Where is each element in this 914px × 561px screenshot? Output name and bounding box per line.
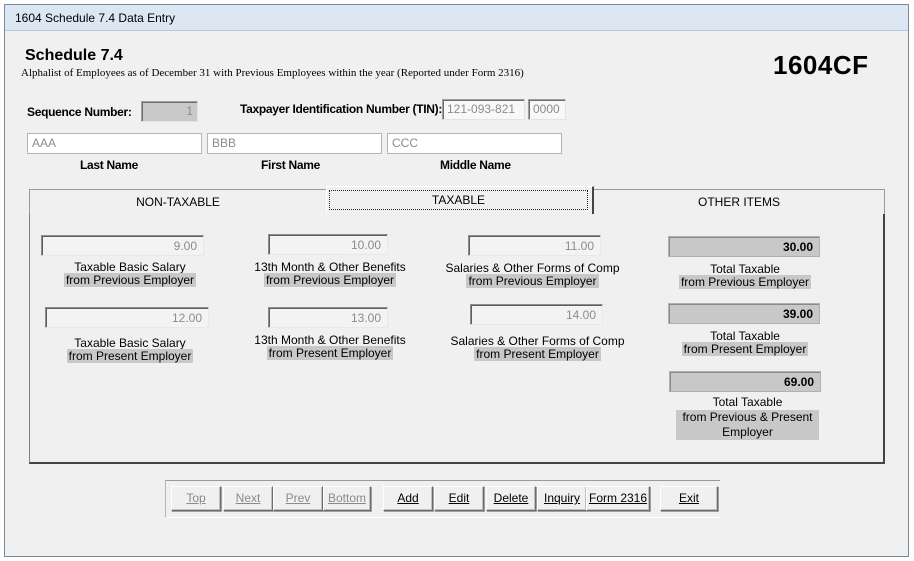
tab-taxable[interactable]: TAXABLE <box>326 186 594 214</box>
inquiry-button[interactable]: Inquiry <box>537 486 587 511</box>
prev-button[interactable]: Prev <box>273 486 323 511</box>
prev-total-field[interactable]: 30.00 <box>668 236 820 257</box>
form-2316-button-label: Form 2316 <box>588 491 648 505</box>
tin-field[interactable]: 121-093-821 <box>442 99 525 120</box>
inquiry-button-label: Inquiry <box>543 491 581 505</box>
grand-total-field[interactable]: 69.00 <box>669 371 821 392</box>
add-button-label: Add <box>397 491 419 505</box>
caption-line: from Present Employer <box>681 342 809 356</box>
tin-label: Taxpayer Identification Number (TIN): <box>240 102 443 116</box>
pres-13th-month-caption: 13th Month & Other Benefits from Present… <box>245 334 415 360</box>
pres-basic-salary-caption: Taxable Basic Salary from Present Employ… <box>45 337 215 363</box>
bottom-button-label: Bottom <box>327 491 366 505</box>
prev-salaries-other-field[interactable]: 11.00 <box>468 235 601 256</box>
title-bar: 1604 Schedule 7.4 Data Entry <box>5 5 908 31</box>
sequence-number-label: Sequence Number: <box>27 105 132 119</box>
sequence-number-field[interactable]: 1 <box>141 101 198 122</box>
caption-line: from Present Employer <box>66 349 194 363</box>
schedule-subtitle: Alphalist of Employees as of December 31… <box>21 67 524 79</box>
tab-taxable-focus: TAXABLE <box>329 190 588 210</box>
edit-button-label: Edit <box>448 491 470 505</box>
pres-13th-month-field[interactable]: 13.00 <box>268 307 388 328</box>
last-name-field[interactable]: AAA <box>27 133 202 154</box>
form-2316-button[interactable]: Form 2316 <box>586 486 650 511</box>
pres-total-field[interactable]: 39.00 <box>668 303 820 324</box>
last-name-label: Last Name <box>80 158 138 172</box>
caption-line: from Previous Employer <box>263 273 397 287</box>
grand-total-caption: Total Taxable from Previous & Present Em… <box>665 395 830 440</box>
next-button-label: Next <box>235 491 261 505</box>
app-window: 1604 Schedule 7.4 Data Entry Schedule 7.… <box>4 4 909 557</box>
caption-line: Employer <box>722 425 773 439</box>
pres-salaries-other-caption: Salaries & Other Forms of Comp from Pres… <box>445 335 630 361</box>
caption-line: from Previous Employer <box>63 273 197 287</box>
first-name-label: First Name <box>261 158 321 172</box>
exit-button[interactable]: Exit <box>660 486 718 511</box>
add-button[interactable]: Add <box>383 486 433 511</box>
exit-button-label: Exit <box>678 491 699 505</box>
caption-line: from Previous Employer <box>678 275 812 289</box>
pres-salaries-other-field[interactable]: 14.00 <box>470 304 603 325</box>
caption-line: from Present Employer <box>474 347 601 361</box>
tab-other-items-label: OTHER ITEMS <box>697 195 780 209</box>
prev-13th-month-caption: 13th Month & Other Benefits from Previou… <box>245 261 415 287</box>
tab-non-taxable[interactable]: NON-TAXABLE <box>29 189 326 214</box>
tab-taxable-label: TAXABLE <box>431 193 486 207</box>
edit-button[interactable]: Edit <box>434 486 484 511</box>
schedule-title: Schedule 7.4 <box>25 47 123 64</box>
next-button[interactable]: Next <box>223 486 273 511</box>
tin-branch-field[interactable]: 0000 <box>528 99 566 120</box>
caption-line: from Previous & Present <box>682 410 813 424</box>
caption-line: from Previous Employer <box>466 274 599 288</box>
button-bar: Top Next Prev Bottom Add Edit Delete Inq… <box>165 480 720 518</box>
prev-basic-salary-field[interactable]: 9.00 <box>41 235 204 256</box>
prev-salaries-other-caption: Salaries & Other Forms of Comp from Prev… <box>440 262 625 288</box>
middle-name-field[interactable]: CCC <box>387 133 562 154</box>
prev-basic-salary-caption: Taxable Basic Salary from Previous Emplo… <box>45 261 215 287</box>
caption-line: Total Taxable <box>712 395 783 409</box>
tab-other-items[interactable]: OTHER ITEMS <box>594 189 885 214</box>
prev-13th-month-field[interactable]: 10.00 <box>268 234 388 255</box>
delete-button-label: Delete <box>493 491 529 505</box>
prev-total-caption: Total Taxable from Previous Employer <box>665 263 825 289</box>
middle-name-label: Middle Name <box>440 158 511 172</box>
form-code: 1604CF <box>773 50 869 80</box>
caption-line: from Present Employer <box>266 346 394 360</box>
pres-total-caption: Total Taxable from Present Employer <box>665 330 825 356</box>
pres-basic-salary-field[interactable]: 12.00 <box>45 307 209 328</box>
prev-button-label: Prev <box>285 491 311 505</box>
window-title: 1604 Schedule 7.4 Data Entry <box>15 11 176 25</box>
top-button-label: Top <box>186 491 206 505</box>
bottom-button[interactable]: Bottom <box>323 486 371 511</box>
tab-non-taxable-label: NON-TAXABLE <box>136 195 220 209</box>
top-button[interactable]: Top <box>171 486 221 511</box>
first-name-field[interactable]: BBB <box>207 133 382 154</box>
delete-button[interactable]: Delete <box>486 486 536 511</box>
